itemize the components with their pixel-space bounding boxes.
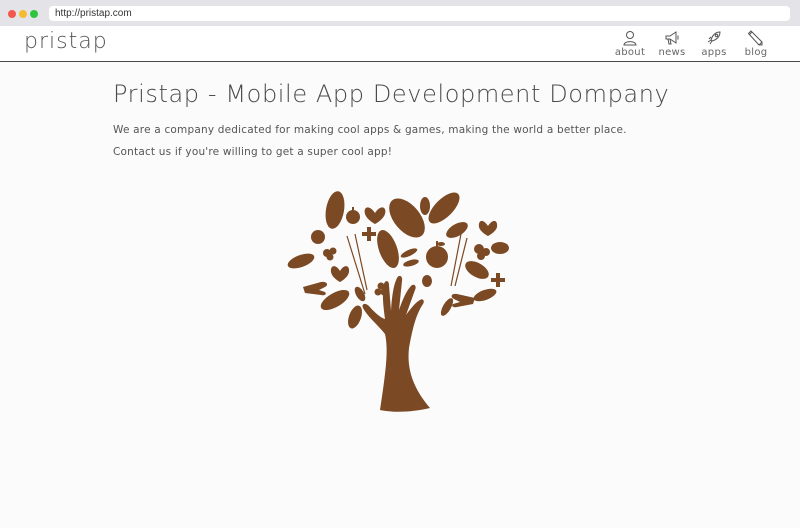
page-title: Pristap - Mobile App Development Dompany — [113, 80, 670, 108]
rocket-icon — [707, 31, 721, 45]
close-window-button[interactable] — [8, 10, 16, 18]
nav-item-blog[interactable]: blog — [740, 30, 772, 58]
megaphone-icon — [665, 31, 679, 45]
nav-label-about: about — [614, 47, 646, 58]
main-nav: about news apps blog — [614, 30, 772, 58]
nav-label-blog: blog — [744, 47, 768, 58]
site-header: pristap about news apps blog — [0, 26, 800, 62]
pencil-icon — [748, 30, 763, 46]
maximize-window-button[interactable] — [30, 10, 38, 18]
nav-item-news[interactable]: news — [656, 30, 688, 58]
nav-label-apps: apps — [701, 47, 727, 58]
nav-item-about[interactable]: about — [614, 30, 646, 58]
contact-paragraph: Contact us if you're willing to get a su… — [113, 146, 393, 158]
minimize-window-button[interactable] — [19, 10, 27, 18]
tree-illustration — [287, 191, 509, 412]
person-icon — [623, 31, 637, 46]
browser-chrome: http://pristap.com — [0, 0, 800, 26]
nav-item-apps[interactable]: apps — [698, 30, 730, 58]
nav-label-news: news — [658, 47, 686, 58]
site-logo[interactable]: pristap — [24, 29, 108, 54]
address-bar[interactable]: http://pristap.com — [49, 6, 790, 21]
intro-paragraph: We are a company dedicated for making co… — [113, 124, 627, 136]
main-content: Pristap - Mobile App Development Dompany… — [113, 80, 733, 158]
